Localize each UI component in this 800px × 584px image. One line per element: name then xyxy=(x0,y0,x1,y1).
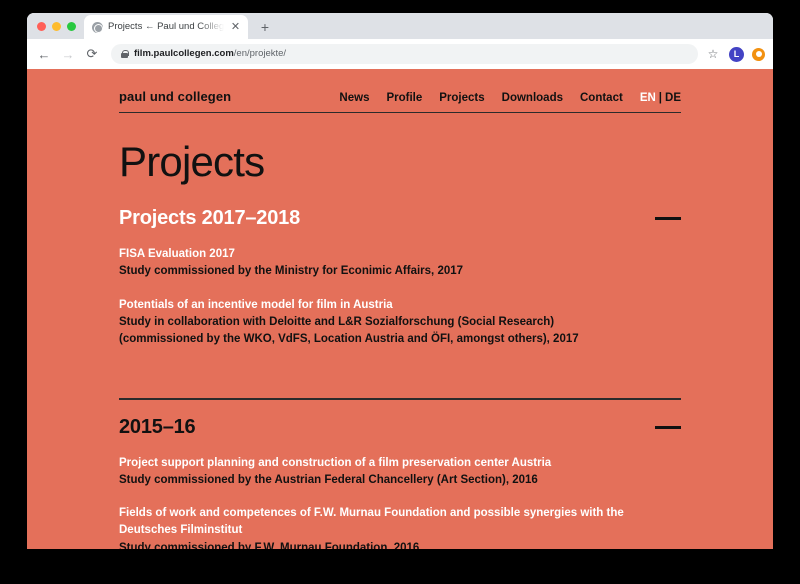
section-header[interactable]: 2015–16 xyxy=(119,400,681,455)
sections-container: Projects 2017–2018 FISA Evaluation 2017 St… xyxy=(119,191,681,549)
project-section: 2015–16 Project support planning and cons… xyxy=(119,398,681,549)
project-description: Study commissioned by F.W. Murnau Founda… xyxy=(119,541,420,549)
project-description: Study commissioned by the Ministry for E… xyxy=(119,265,464,278)
site-nav: News Profile Projects Downloads Contact … xyxy=(339,92,681,104)
tab-title: Projects ← Paul und Collegen Fi xyxy=(108,21,224,32)
project-entry[interactable]: FISA Evaluation 2017 Study commissioned b… xyxy=(119,246,681,297)
lock-icon xyxy=(121,49,129,59)
project-entry[interactable]: Project support planning and constructio… xyxy=(119,455,681,506)
minimize-window-button[interactable] xyxy=(52,21,61,31)
reload-icon[interactable]: ⟳ xyxy=(81,43,103,65)
back-icon[interactable]: ← xyxy=(33,43,55,65)
tab-strip: Projects ← Paul und Collegen Fi ✕ + xyxy=(27,13,773,39)
collapse-minus-icon[interactable] xyxy=(655,425,681,429)
screen: Projects ← Paul und Collegen Fi ✕ + ← → … xyxy=(0,0,800,584)
url-domain: film.paulcollegen.com xyxy=(134,48,234,59)
project-title: Fields of work and competences of F.W. M… xyxy=(119,507,624,537)
nav-link-profile[interactable]: Profile xyxy=(386,92,422,104)
forward-icon[interactable]: → xyxy=(57,43,79,65)
new-tab-button[interactable]: + xyxy=(254,16,276,38)
site-logo[interactable]: paul und collegen xyxy=(119,89,231,104)
project-title: Project support planning and constructio… xyxy=(119,456,552,469)
section-title: 2015–16 xyxy=(119,415,196,438)
project-entry[interactable]: Fields of work and competences of F.W. M… xyxy=(119,505,681,549)
profile-avatar[interactable]: L xyxy=(729,46,744,62)
window-controls xyxy=(35,13,84,39)
url-text: film.paulcollegen.com/en/projekte/ xyxy=(134,44,286,64)
section-title: Projects 2017–2018 xyxy=(119,207,300,230)
page-title: Projects xyxy=(119,138,265,185)
site-header: paul und collegen News Profile Projects … xyxy=(119,69,681,113)
project-description: (commissioned by the WKO, VdFS, Location… xyxy=(119,333,579,346)
url-path: /en/projekte/ xyxy=(233,48,287,59)
collapse-minus-icon[interactable] xyxy=(655,217,681,221)
maximize-window-button[interactable] xyxy=(67,21,76,31)
project-description: Study commissioned by the Austrian Feder… xyxy=(119,473,538,486)
project-title: FISA Evaluation 2017 xyxy=(119,248,235,261)
extension-icon[interactable] xyxy=(752,47,765,61)
section-header[interactable]: Projects 2017–2018 xyxy=(119,191,681,246)
project-section: Projects 2017–2018 FISA Evaluation 2017 St… xyxy=(119,191,681,364)
address-bar[interactable]: film.paulcollegen.com/en/projekte/ xyxy=(111,44,698,64)
bookmark-star-icon[interactable]: ☆ xyxy=(704,45,722,63)
close-tab-icon[interactable]: ✕ xyxy=(229,21,242,34)
lang-separator: | xyxy=(658,92,663,104)
page-content: paul und collegen News Profile Projects … xyxy=(27,69,773,549)
favicon-icon xyxy=(92,21,103,33)
close-window-button[interactable] xyxy=(37,21,46,31)
browser-window: Projects ← Paul und Collegen Fi ✕ + ← → … xyxy=(27,13,773,549)
project-entry[interactable]: Potentials of an incentive model for fil… xyxy=(119,297,681,365)
nav-link-contact[interactable]: Contact xyxy=(580,92,623,104)
lang-en[interactable]: EN xyxy=(640,92,656,104)
browser-tab[interactable]: Projects ← Paul und Collegen Fi ✕ xyxy=(84,15,248,39)
project-title: Potentials of an incentive model for fil… xyxy=(119,298,393,311)
nav-link-projects[interactable]: Projects xyxy=(439,92,484,104)
nav-link-downloads[interactable]: Downloads xyxy=(502,92,563,104)
page-viewport: paul und collegen News Profile Projects … xyxy=(27,69,773,549)
lang-de[interactable]: DE xyxy=(665,92,681,104)
nav-link-news[interactable]: News xyxy=(339,92,369,104)
browser-toolbar: ← → ⟳ film.paulcollegen.com/en/projekte/… xyxy=(27,39,773,69)
project-description: Study in collaboration with Deloitte and… xyxy=(119,315,555,328)
language-switcher: EN | DE xyxy=(640,92,681,104)
